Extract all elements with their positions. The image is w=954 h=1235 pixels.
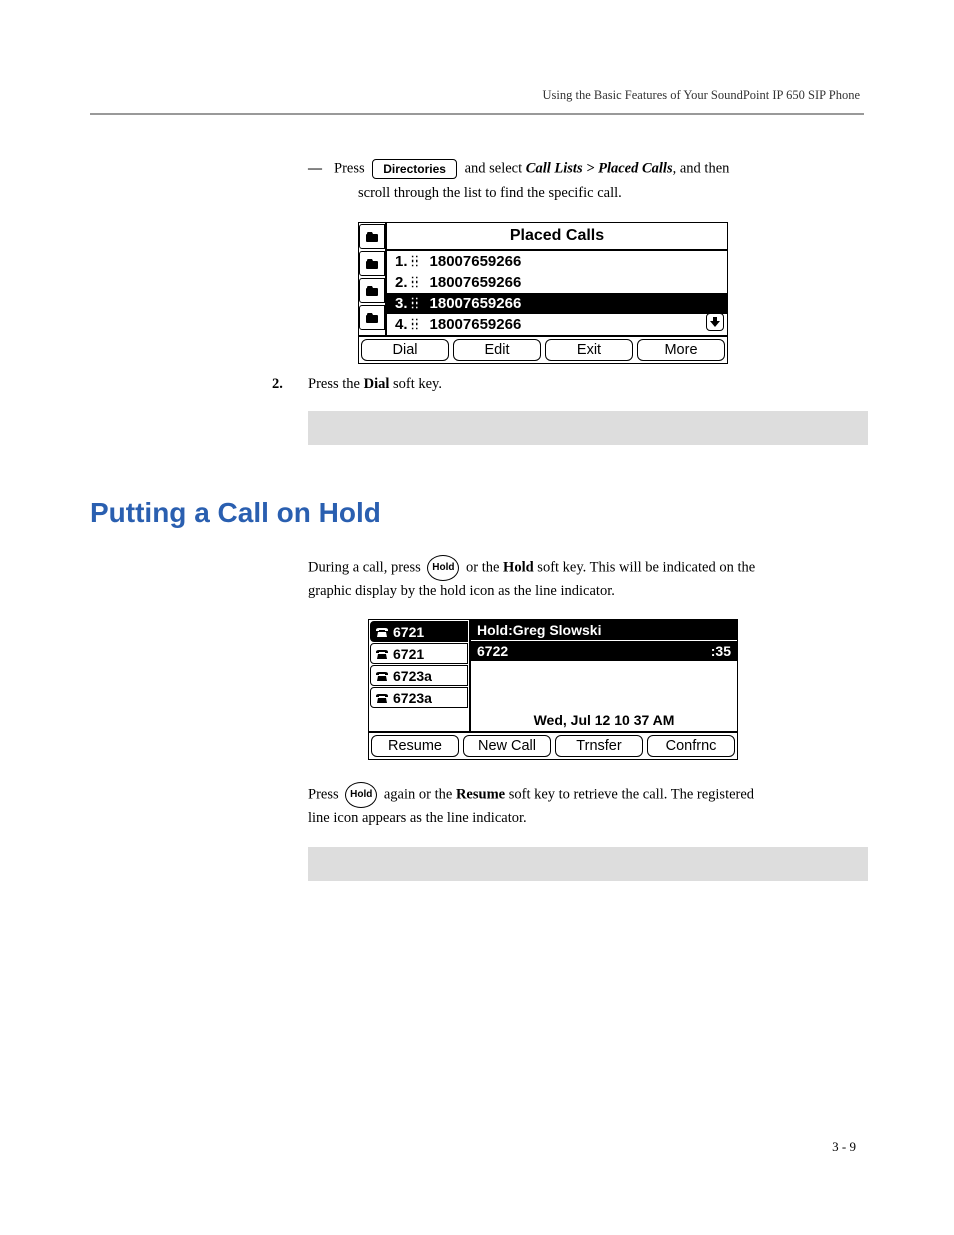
resume-word: Resume [456, 787, 505, 803]
lcd-tab-column [359, 223, 385, 335]
step-text: Press the Dial soft key. [308, 376, 442, 393]
dialpad-icon: ∷∷ [412, 278, 424, 288]
call-list-row[interactable]: 1. ∷∷ 18007659266 [387, 251, 727, 272]
row-index: 1. [395, 253, 408, 270]
row-number: 18007659266 [430, 253, 522, 270]
hold-title: Hold:Greg Slowski [471, 620, 737, 640]
hold-paragraph-1: During a call, press Hold or the Hold so… [308, 555, 864, 601]
header-rule [90, 113, 864, 115]
row-index: 2. [395, 274, 408, 291]
hold-word: Hold [503, 559, 534, 575]
dialpad-icon: ∷∷ [412, 299, 424, 309]
date-time: Wed, Jul 12 10 37 AM [471, 709, 737, 731]
row-number: 18007659266 [430, 274, 522, 291]
phone-icon [375, 670, 389, 682]
step-2: 2. Press the Dial soft key. [272, 376, 864, 393]
gray-band [308, 847, 868, 881]
tab-icon [359, 278, 385, 303]
softkey-confrnc[interactable]: Confrnc [647, 735, 735, 757]
t: Press the [308, 376, 364, 392]
line-label: 6721 [393, 646, 424, 662]
substep-line2: scroll through the list to find the spec… [358, 185, 864, 202]
dash-bullet: — [308, 161, 322, 177]
softkey-trnsfer[interactable]: Trnsfer [555, 735, 643, 757]
menu-path: Call Lists > Placed Calls [526, 160, 673, 176]
running-header: Using the Basic Features of Your SoundPo… [90, 88, 864, 103]
line-key[interactable]: 6721 [370, 643, 468, 664]
tab-icon [359, 305, 385, 330]
line-key[interactable]: 6721 [370, 621, 468, 642]
section-heading: Putting a Call on Hold [90, 497, 864, 529]
press-word: Press [334, 160, 365, 176]
t: or the [462, 559, 503, 575]
softkey-edit[interactable]: Edit [453, 339, 541, 361]
hold-paragraph-2: Press Hold again or the Resume soft key … [308, 782, 864, 828]
gray-band [308, 411, 868, 445]
step-number: 2. [272, 376, 308, 393]
line-key[interactable]: 6723a [370, 687, 468, 708]
lcd-hold-screen: 6721 6721 6723a 6723a Hold:Greg Slowski 672… [368, 619, 738, 760]
call-number: 6722 [477, 643, 508, 659]
softkey-dial[interactable]: Dial [361, 339, 449, 361]
scroll-down-icon [706, 313, 724, 331]
t: soft key. [389, 376, 442, 392]
line-key[interactable]: 6723a [370, 665, 468, 686]
line-label: 6723a [393, 690, 432, 706]
softkey-resume[interactable]: Resume [371, 735, 459, 757]
t: soft key. This will be indicated on the [534, 559, 756, 575]
lcd-softkey-row: ResumeNew CallTrnsferConfrnc [369, 731, 737, 759]
t: again or the [380, 787, 456, 803]
t: graphic display by the hold icon as the … [308, 583, 615, 599]
substep-text: Press Directories and select Call Lists … [334, 159, 729, 179]
tab-icon [359, 224, 385, 249]
line-label: 6721 [393, 624, 424, 640]
t: Press [308, 787, 342, 803]
phone-icon [375, 692, 389, 704]
call-row: 6722 :35 [471, 640, 737, 661]
row-index: 3. [395, 295, 408, 312]
row-number: 18007659266 [430, 295, 522, 312]
substep-press-directories: — Press Directories and select Call List… [308, 159, 864, 179]
phone-icon [375, 626, 389, 638]
row-number: 18007659266 [430, 316, 522, 333]
phone-icon [375, 648, 389, 660]
call-list-row[interactable]: 2. ∷∷ 18007659266 [387, 272, 727, 293]
line-keys-column: 6721 6721 6723a 6723a [369, 620, 469, 731]
line-label: 6723a [393, 668, 432, 684]
lcd-title: Placed Calls [387, 223, 727, 251]
directories-button[interactable]: Directories [372, 159, 457, 179]
t: During a call, press [308, 559, 424, 575]
lcd-placed-calls: Placed Calls 1. ∷∷ 18007659266 2. ∷∷ 18007659… [358, 222, 728, 364]
tab-icon [359, 251, 385, 276]
lcd-softkey-row: DialEditExitMore [359, 335, 727, 363]
t: line icon appears as the line indicator. [308, 810, 527, 826]
softkey-more[interactable]: More [637, 339, 725, 361]
dialpad-icon: ∷∷ [412, 257, 424, 267]
hold-button[interactable]: Hold [427, 555, 459, 581]
call-duration: :35 [711, 643, 731, 659]
page-number: 3 - 9 [832, 1139, 856, 1155]
tail1: and select [465, 160, 526, 176]
hold-button[interactable]: Hold [345, 782, 377, 808]
dialpad-icon: ∷∷ [412, 320, 424, 330]
dial-word: Dial [364, 376, 390, 392]
call-list-row[interactable]: 3. ∷∷ 18007659266 [387, 293, 727, 314]
softkey-exit[interactable]: Exit [545, 339, 633, 361]
tail2: , and then [673, 160, 730, 176]
t: soft key to retrieve the call. The regis… [505, 787, 754, 803]
row-index: 4. [395, 316, 408, 333]
softkey-new-call[interactable]: New Call [463, 735, 551, 757]
call-list-row[interactable]: 4. ∷∷ 18007659266 [387, 314, 727, 335]
